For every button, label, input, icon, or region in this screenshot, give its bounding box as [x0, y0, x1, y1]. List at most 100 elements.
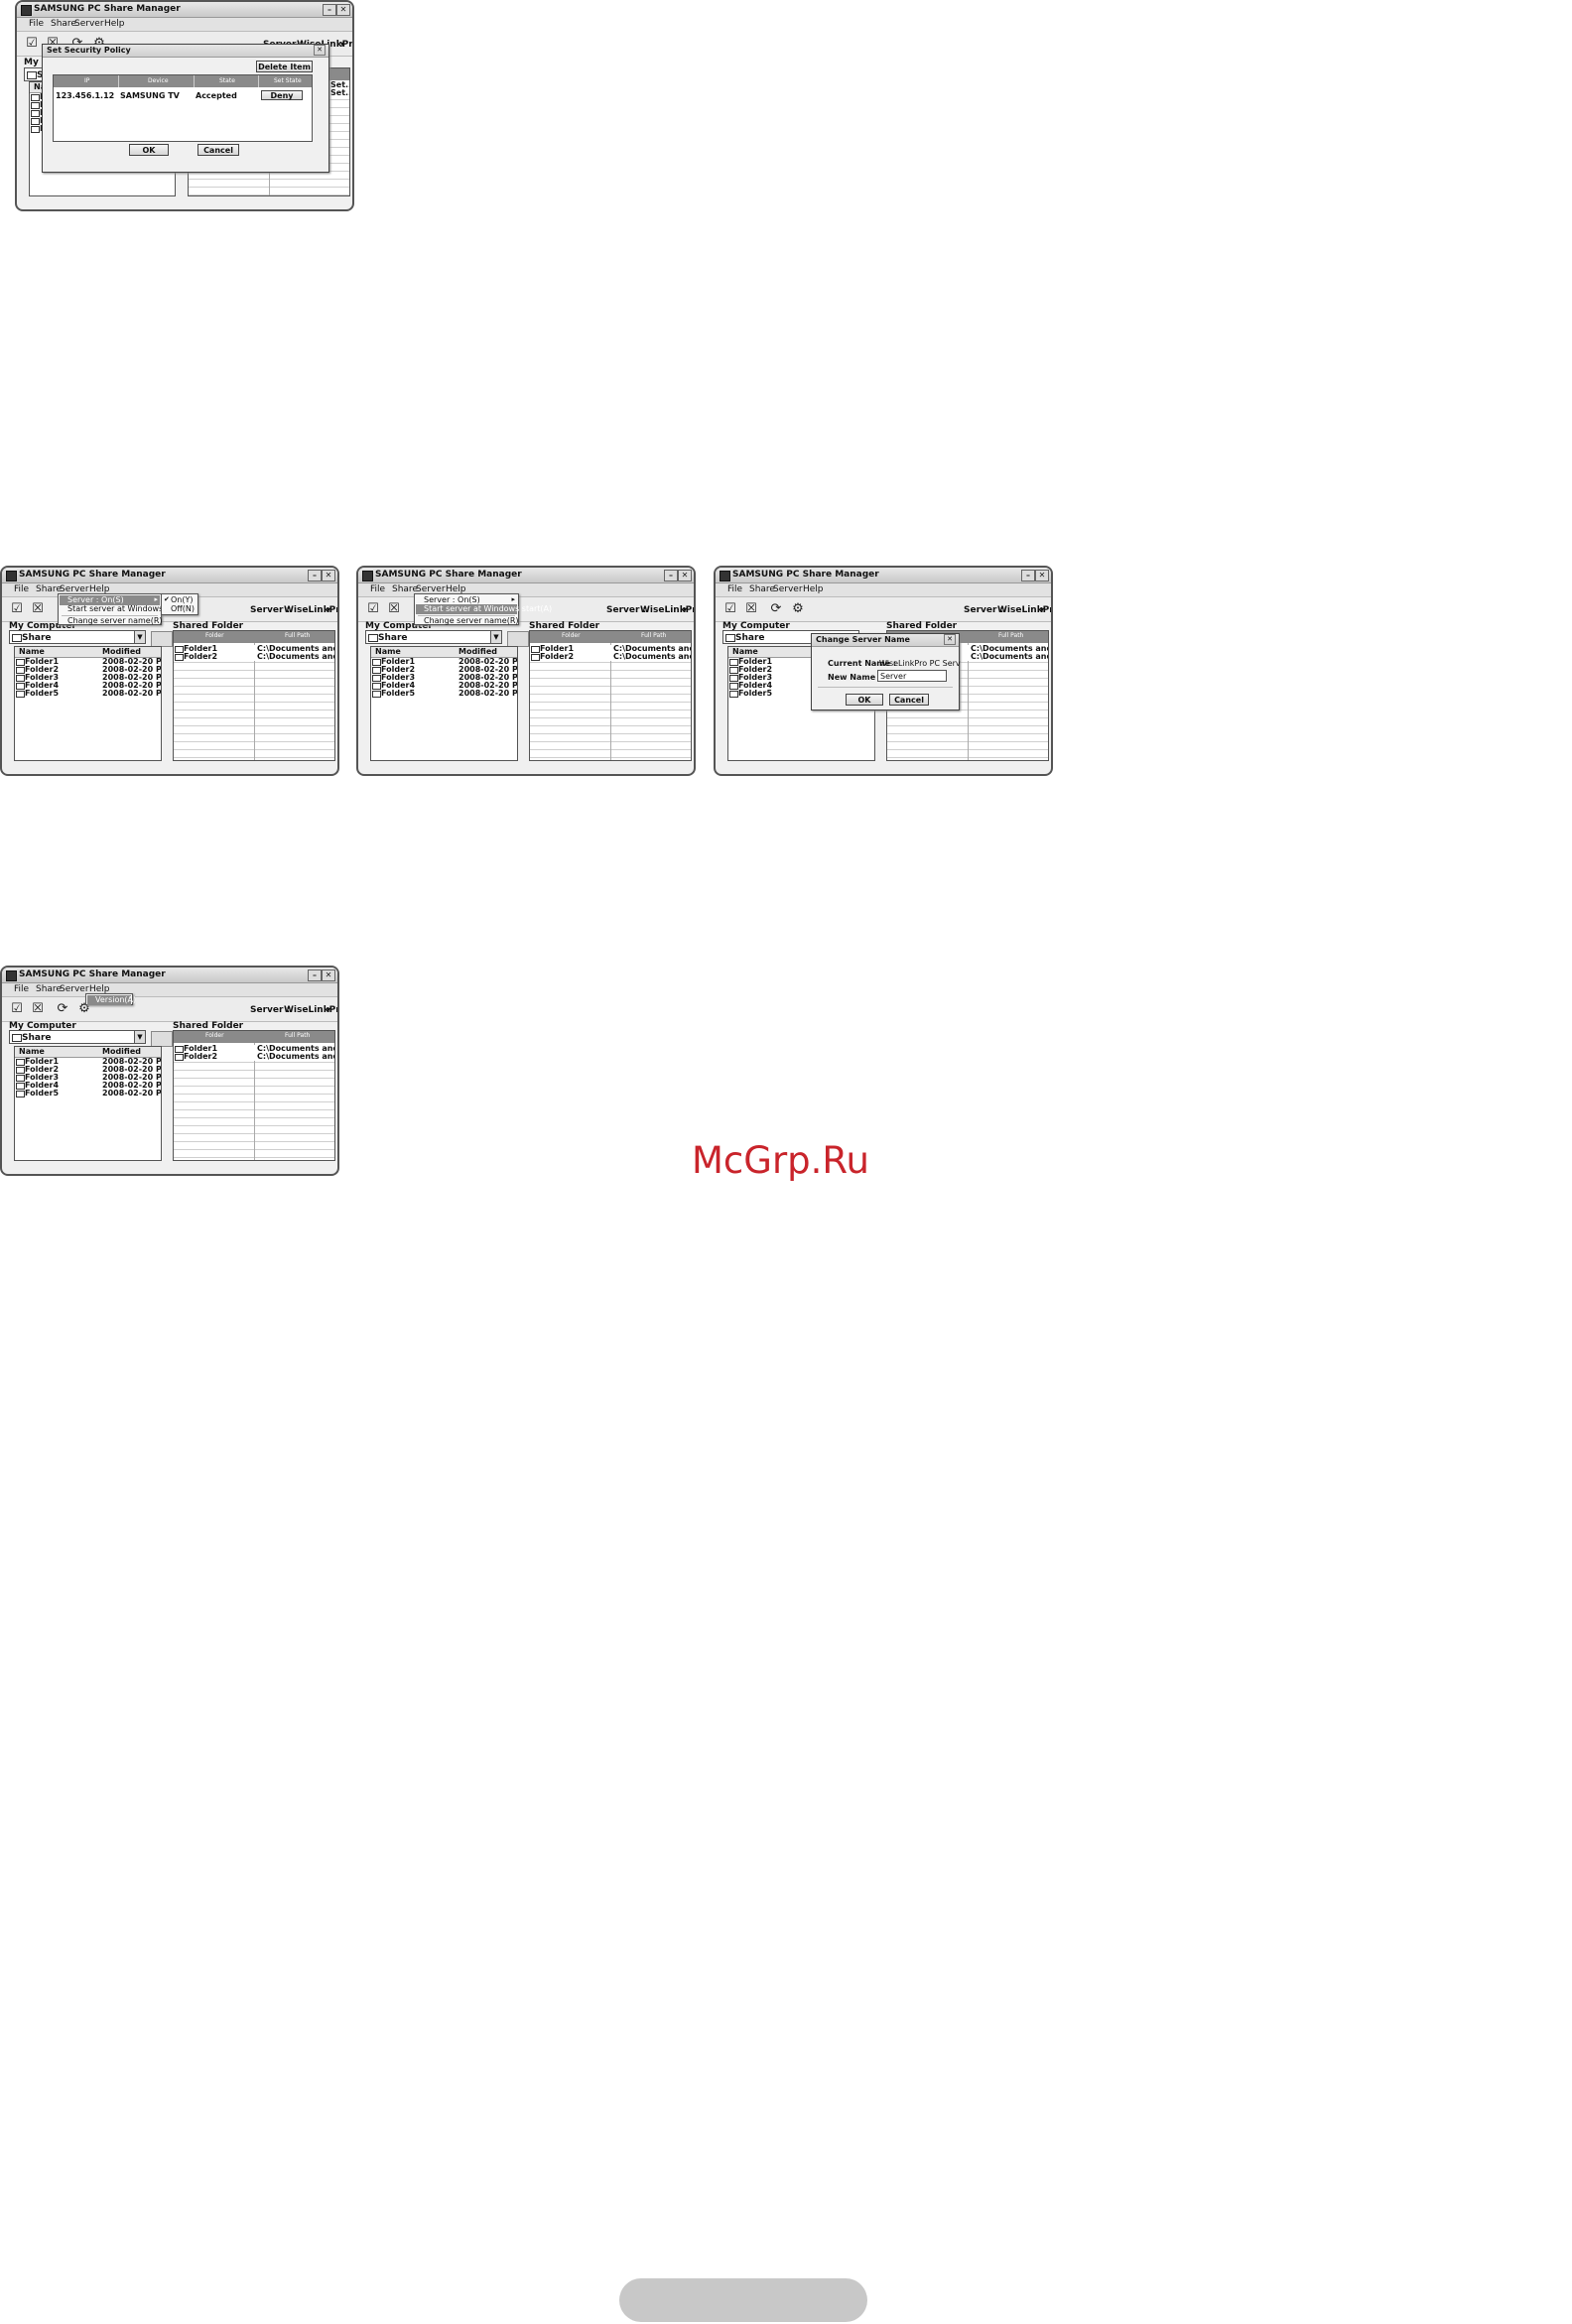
menu-server[interactable]: Server	[773, 584, 803, 594]
app-icon	[21, 5, 32, 16]
close-button[interactable]: ✕	[1035, 570, 1049, 581]
chevron-down-icon[interactable]: ▾	[683, 605, 687, 614]
shared-folder-list[interactable]: Folder Full Path Folder1C:\Documents and…	[173, 630, 335, 761]
title-bar: SAMSUNG PC Share Manager – ✕	[2, 568, 337, 583]
folder-icon	[12, 1034, 22, 1042]
menu-file[interactable]: File	[14, 584, 29, 594]
cancel-button[interactable]: Cancel	[889, 694, 929, 706]
server-value[interactable]: WiseLinkPro	[284, 1005, 337, 1015]
shared-folder-icon	[175, 654, 184, 661]
menu-item-start-server[interactable]: Start server at Windows start(A)	[416, 604, 552, 614]
close-button[interactable]: ✕	[322, 570, 335, 581]
chevron-down-icon[interactable]: ▼	[490, 631, 501, 643]
menu-file[interactable]: File	[370, 584, 385, 594]
menu-server[interactable]: Server	[74, 19, 104, 29]
menu-bar: File Share Server Help	[2, 983, 337, 997]
folder-up-button[interactable]	[151, 631, 173, 647]
menu-file[interactable]: File	[727, 584, 742, 594]
current-name-value: WiseLinkPro PC Serv	[879, 659, 961, 668]
menu-item-change-name[interactable]: Change server name(R)	[416, 616, 519, 626]
share-remove-icon[interactable]: ☒	[385, 600, 403, 618]
window-title: SAMSUNG PC Share Manager	[732, 570, 879, 580]
menu-share[interactable]: Share	[51, 19, 76, 29]
folder-icon	[12, 634, 22, 642]
ok-button[interactable]: OK	[846, 694, 883, 706]
minimize-button[interactable]: –	[1021, 570, 1035, 581]
list-item[interactable]: Folder52008-02-20 P...	[15, 1089, 161, 1097]
menu-file[interactable]: File	[29, 19, 44, 29]
chevron-right-icon: ▸	[511, 595, 515, 603]
combo-text: Share	[378, 633, 408, 643]
shared-folder-icon	[175, 1046, 184, 1053]
window-help-menu: SAMSUNG PC Share Manager – ✕ File Share …	[0, 966, 339, 1176]
folder-list[interactable]: Name Modified Folder12008-02-20 P... Fol…	[370, 646, 518, 761]
folder-icon	[729, 659, 738, 666]
ok-button[interactable]: OK	[129, 144, 169, 156]
share-add-icon[interactable]: ☑	[8, 1000, 26, 1018]
security-icon[interactable]: ⚙	[789, 600, 807, 618]
folder-list[interactable]: Name Modified Folder12008-02-20 P... Fol…	[14, 1046, 162, 1161]
path-combo[interactable]: Share ▼	[9, 630, 146, 644]
chevron-down-icon[interactable]: ▾	[340, 40, 344, 49]
table-row[interactable]: Folder2C:\Documents and Set...	[174, 652, 334, 661]
server-value[interactable]: WiseLinkPro	[284, 605, 337, 615]
folder-icon	[16, 659, 25, 666]
share-add-icon[interactable]: ☑	[364, 600, 382, 618]
minimize-button[interactable]: –	[308, 969, 322, 981]
close-button[interactable]: ✕	[322, 969, 335, 981]
chevron-down-icon[interactable]: ▾	[327, 605, 330, 614]
folder-icon	[16, 1067, 25, 1074]
minimize-button[interactable]: –	[664, 570, 678, 581]
menu-item-start-server[interactable]: Start server at Windows start(A)	[60, 604, 196, 614]
path-combo[interactable]: Share ▼	[365, 630, 502, 644]
menu-file[interactable]: File	[14, 984, 29, 994]
shared-folder-list[interactable]: Folder Full Path Folder1C:\Documents and…	[173, 1030, 335, 1161]
minimize-button[interactable]: –	[323, 4, 336, 16]
refresh-icon[interactable]: ⟳	[767, 600, 785, 618]
path-combo[interactable]: Share ▼	[9, 1030, 146, 1044]
table-row[interactable]: Folder2C:\Documents and Set...	[530, 652, 691, 661]
close-icon[interactable]: ✕	[314, 45, 326, 56]
minimize-button[interactable]: –	[308, 570, 322, 581]
refresh-icon[interactable]: ⟳	[54, 1000, 71, 1018]
chevron-down-icon[interactable]: ▾	[1040, 605, 1044, 614]
folder-icon	[16, 1075, 25, 1082]
menu-item-off[interactable]: Off(N)	[163, 604, 196, 614]
menu-share[interactable]: Share	[749, 584, 775, 594]
menu-item-change-name[interactable]: Change server name(R)	[60, 616, 163, 626]
share-remove-icon[interactable]: ☒	[742, 600, 760, 618]
cancel-button[interactable]: Cancel	[197, 144, 239, 156]
share-remove-icon[interactable]: ☒	[29, 1000, 47, 1018]
folder-icon	[16, 1091, 25, 1097]
shared-folder-list[interactable]: Folder Full Path Folder1C:\Documents and…	[529, 630, 692, 761]
list-item[interactable]: Folder52008-02-20 P...	[371, 689, 517, 698]
delete-item-button[interactable]: Delete Item	[256, 61, 313, 72]
list-item[interactable]: Folder52008-02-20 P...	[15, 689, 161, 698]
close-button[interactable]: ✕	[336, 4, 350, 16]
share-add-icon[interactable]: ☑	[8, 600, 26, 618]
table-row[interactable]: Folder2C:\Documents and Set...	[174, 1052, 334, 1061]
close-icon[interactable]: ✕	[944, 634, 956, 645]
deny-button[interactable]: Deny	[261, 90, 303, 100]
share-add-icon[interactable]: ☑	[721, 600, 739, 618]
window-title: SAMSUNG PC Share Manager	[375, 570, 522, 580]
folder-up-button[interactable]	[507, 631, 529, 647]
close-button[interactable]: ✕	[678, 570, 692, 581]
menu-help[interactable]: Help	[104, 19, 125, 29]
folder-up-button[interactable]	[151, 1031, 173, 1047]
chevron-down-icon[interactable]: ▼	[134, 631, 145, 643]
server-value[interactable]: WiseLinkPro	[640, 605, 694, 615]
new-name-field[interactable]: Server	[877, 670, 947, 682]
share-remove-icon[interactable]: ☒	[29, 600, 47, 618]
menu-help[interactable]: Help	[803, 584, 824, 594]
server-value[interactable]: WiseLinkPro	[997, 605, 1051, 615]
menu-item-version[interactable]: Version(A)	[87, 995, 136, 1005]
policy-table-header: IP Device State Set State	[54, 75, 312, 87]
chevron-down-icon[interactable]: ▾	[327, 1005, 330, 1014]
share-add-icon[interactable]: ☑	[23, 35, 41, 53]
folder-list[interactable]: Name Modified Folder12008-02-20 P... Fol…	[14, 646, 162, 761]
app-icon	[362, 571, 373, 581]
folder-icon	[372, 675, 381, 682]
menu-share[interactable]: Share	[36, 984, 62, 994]
chevron-down-icon[interactable]: ▼	[134, 1031, 145, 1043]
